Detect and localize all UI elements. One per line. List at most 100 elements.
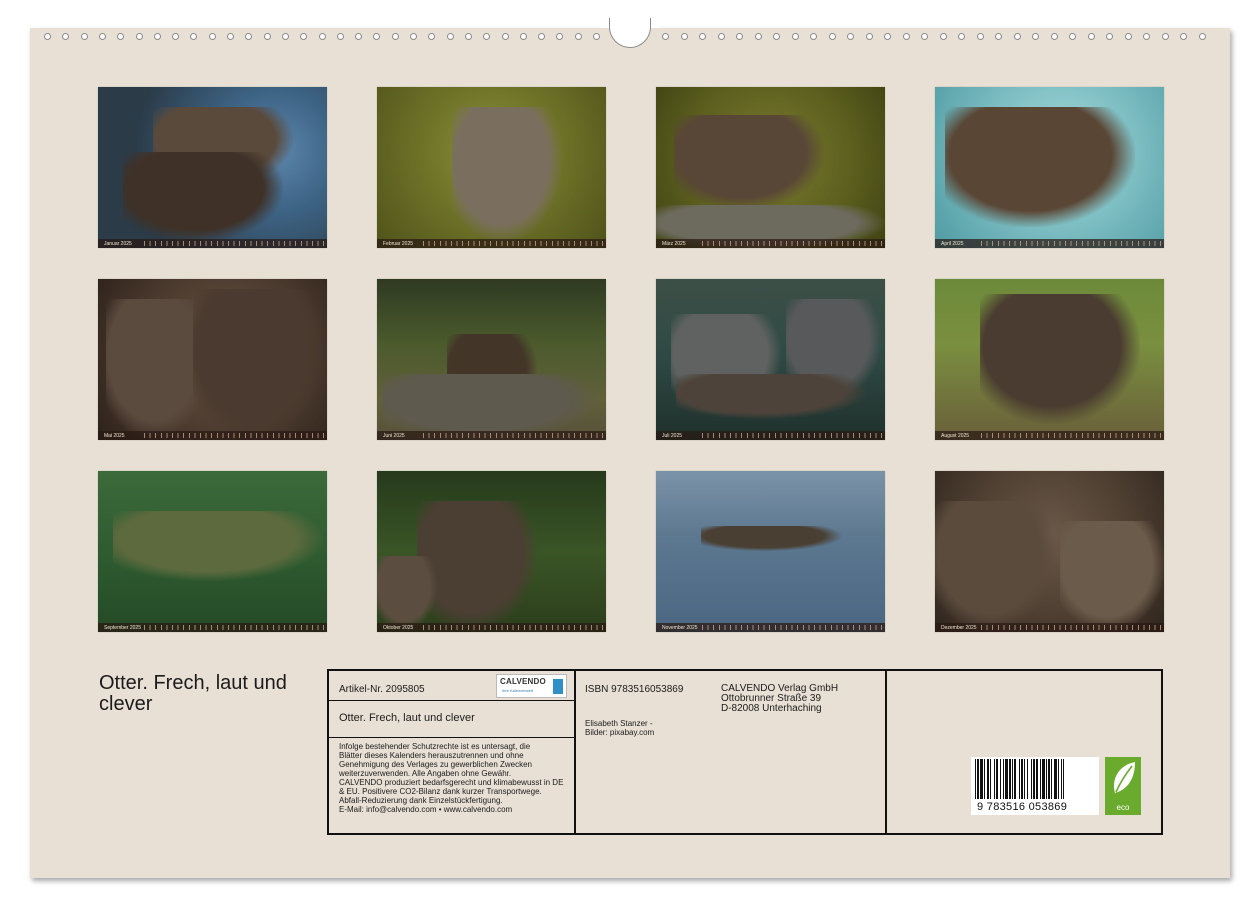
calvendo-logo: CALVENDO Ihre Kalenderwelt <box>496 674 567 698</box>
binding-ring <box>135 33 143 40</box>
otter-photo-shape <box>701 526 841 551</box>
binding-ring <box>300 33 308 40</box>
binding-ring <box>153 33 161 40</box>
binding-ring <box>1124 33 1132 40</box>
calendar-title: Otter. Frech, laut und clever <box>99 672 287 715</box>
binding-ring <box>98 33 106 40</box>
month-thumbnail: März 2025 <box>656 87 885 248</box>
month-day-strip: Juni 2025 <box>377 431 606 440</box>
month-day-strip: März 2025 <box>656 239 885 248</box>
binding-ring <box>336 33 344 40</box>
binding-ring <box>501 33 509 40</box>
month-day-strip: Mai 2025 <box>98 431 327 440</box>
binding-ring <box>117 33 125 40</box>
isbn: ISBN 9783516053869 <box>585 684 684 695</box>
binding-ring <box>662 33 669 40</box>
day-numbers <box>144 433 324 438</box>
otter-photo-shape <box>1060 521 1164 631</box>
month-label: März 2025 <box>662 241 686 247</box>
author-credit: Elisabeth Stanzer - Bilder: pixabay.com <box>585 719 655 737</box>
month-label: Mai 2025 <box>104 433 125 439</box>
day-numbers <box>702 625 882 630</box>
month-day-strip: Januar 2025 <box>98 239 327 248</box>
month-label: Oktober 2025 <box>383 625 414 631</box>
binding-ring <box>172 33 180 40</box>
month-day-strip: Dezember 2025 <box>935 623 1164 632</box>
month-thumbnail: Januar 2025 <box>98 87 327 248</box>
binding-ring <box>373 33 381 40</box>
divider <box>885 671 887 833</box>
binding-ring <box>958 33 965 40</box>
binding-ring <box>1032 33 1039 40</box>
binding-ring <box>828 33 836 40</box>
binding-ring <box>391 33 399 40</box>
binding-ring <box>44 33 51 40</box>
month-thumbnail: August 2025 <box>935 279 1164 440</box>
month-thumbnail: Juni 2025 <box>377 279 606 440</box>
otter-photo-shape <box>113 511 323 581</box>
eco-label: eco <box>1116 803 1130 812</box>
month-label: Dezember 2025 <box>941 625 977 631</box>
binding-ring <box>1069 33 1076 40</box>
binding-ring <box>263 33 271 40</box>
day-numbers <box>981 625 1161 630</box>
month-day-strip: November 2025 <box>656 623 885 632</box>
legal-notice: Infolge bestehender Schutzrechte ist es … <box>339 742 564 814</box>
binding-ring <box>921 33 928 40</box>
logo-tagline: Ihre Kalenderwelt <box>502 688 534 693</box>
otter-photo-shape <box>123 152 283 242</box>
day-numbers <box>981 241 1161 246</box>
month-thumbnail: Mai 2025 <box>98 279 327 440</box>
binding-ring <box>699 33 706 40</box>
binding-ring <box>1106 33 1113 40</box>
binding-ring <box>847 33 854 40</box>
day-numbers <box>144 241 324 246</box>
binding-ring <box>791 33 799 40</box>
binding-ring <box>281 33 289 40</box>
binding-ring <box>245 33 253 40</box>
otter-photo-shape <box>980 294 1140 424</box>
day-numbers <box>702 241 882 246</box>
binding-ring <box>1180 33 1187 40</box>
binding-ring <box>227 33 234 40</box>
binding-ring <box>556 33 564 40</box>
binding-ring <box>318 33 326 40</box>
month-day-strip: September 2025 <box>98 623 327 632</box>
otter-photo-shape <box>945 107 1135 227</box>
barcode-digits: 9 783516 053869 <box>977 801 1068 813</box>
binding-ring <box>1013 33 1021 40</box>
binding-ring <box>190 33 198 40</box>
month-thumbnail: Juli 2025 <box>656 279 885 440</box>
month-label: Januar 2025 <box>104 241 132 247</box>
otter-photo-shape <box>676 374 866 419</box>
binding-ring <box>355 33 363 40</box>
month-label: Juli 2025 <box>662 433 683 439</box>
otter-photo-shape <box>452 107 562 242</box>
binding-ring <box>464 33 472 40</box>
day-numbers <box>702 433 882 438</box>
isbn-barcode: 9 783516 053869 <box>971 757 1099 815</box>
binding-ring <box>939 33 947 40</box>
binding-ring <box>1087 33 1095 40</box>
binding-ring <box>428 33 436 40</box>
binding-ring <box>538 33 546 40</box>
logo-name: CALVENDO <box>500 677 546 686</box>
leaf-icon <box>1113 762 1135 793</box>
divider <box>574 671 576 833</box>
binding-ring <box>446 33 454 40</box>
month-label: November 2025 <box>662 625 698 631</box>
binding-ring <box>62 33 70 40</box>
binding-ring <box>1050 33 1058 40</box>
month-label: September 2025 <box>104 625 141 631</box>
month-day-strip: Februar 2025 <box>377 239 606 248</box>
month-label: April 2025 <box>941 241 964 247</box>
product-info-box: Artikel-Nr. 2095805 CALVENDO Ihre Kalend… <box>327 669 1163 835</box>
otter-photo-shape <box>674 115 824 210</box>
divider <box>329 737 574 738</box>
binding-ring <box>902 33 910 40</box>
eco-badge: eco <box>1105 757 1141 815</box>
binding-ring <box>754 33 762 40</box>
binding-ring <box>1198 33 1206 40</box>
binding-ring <box>208 33 216 40</box>
day-numbers <box>423 433 603 438</box>
